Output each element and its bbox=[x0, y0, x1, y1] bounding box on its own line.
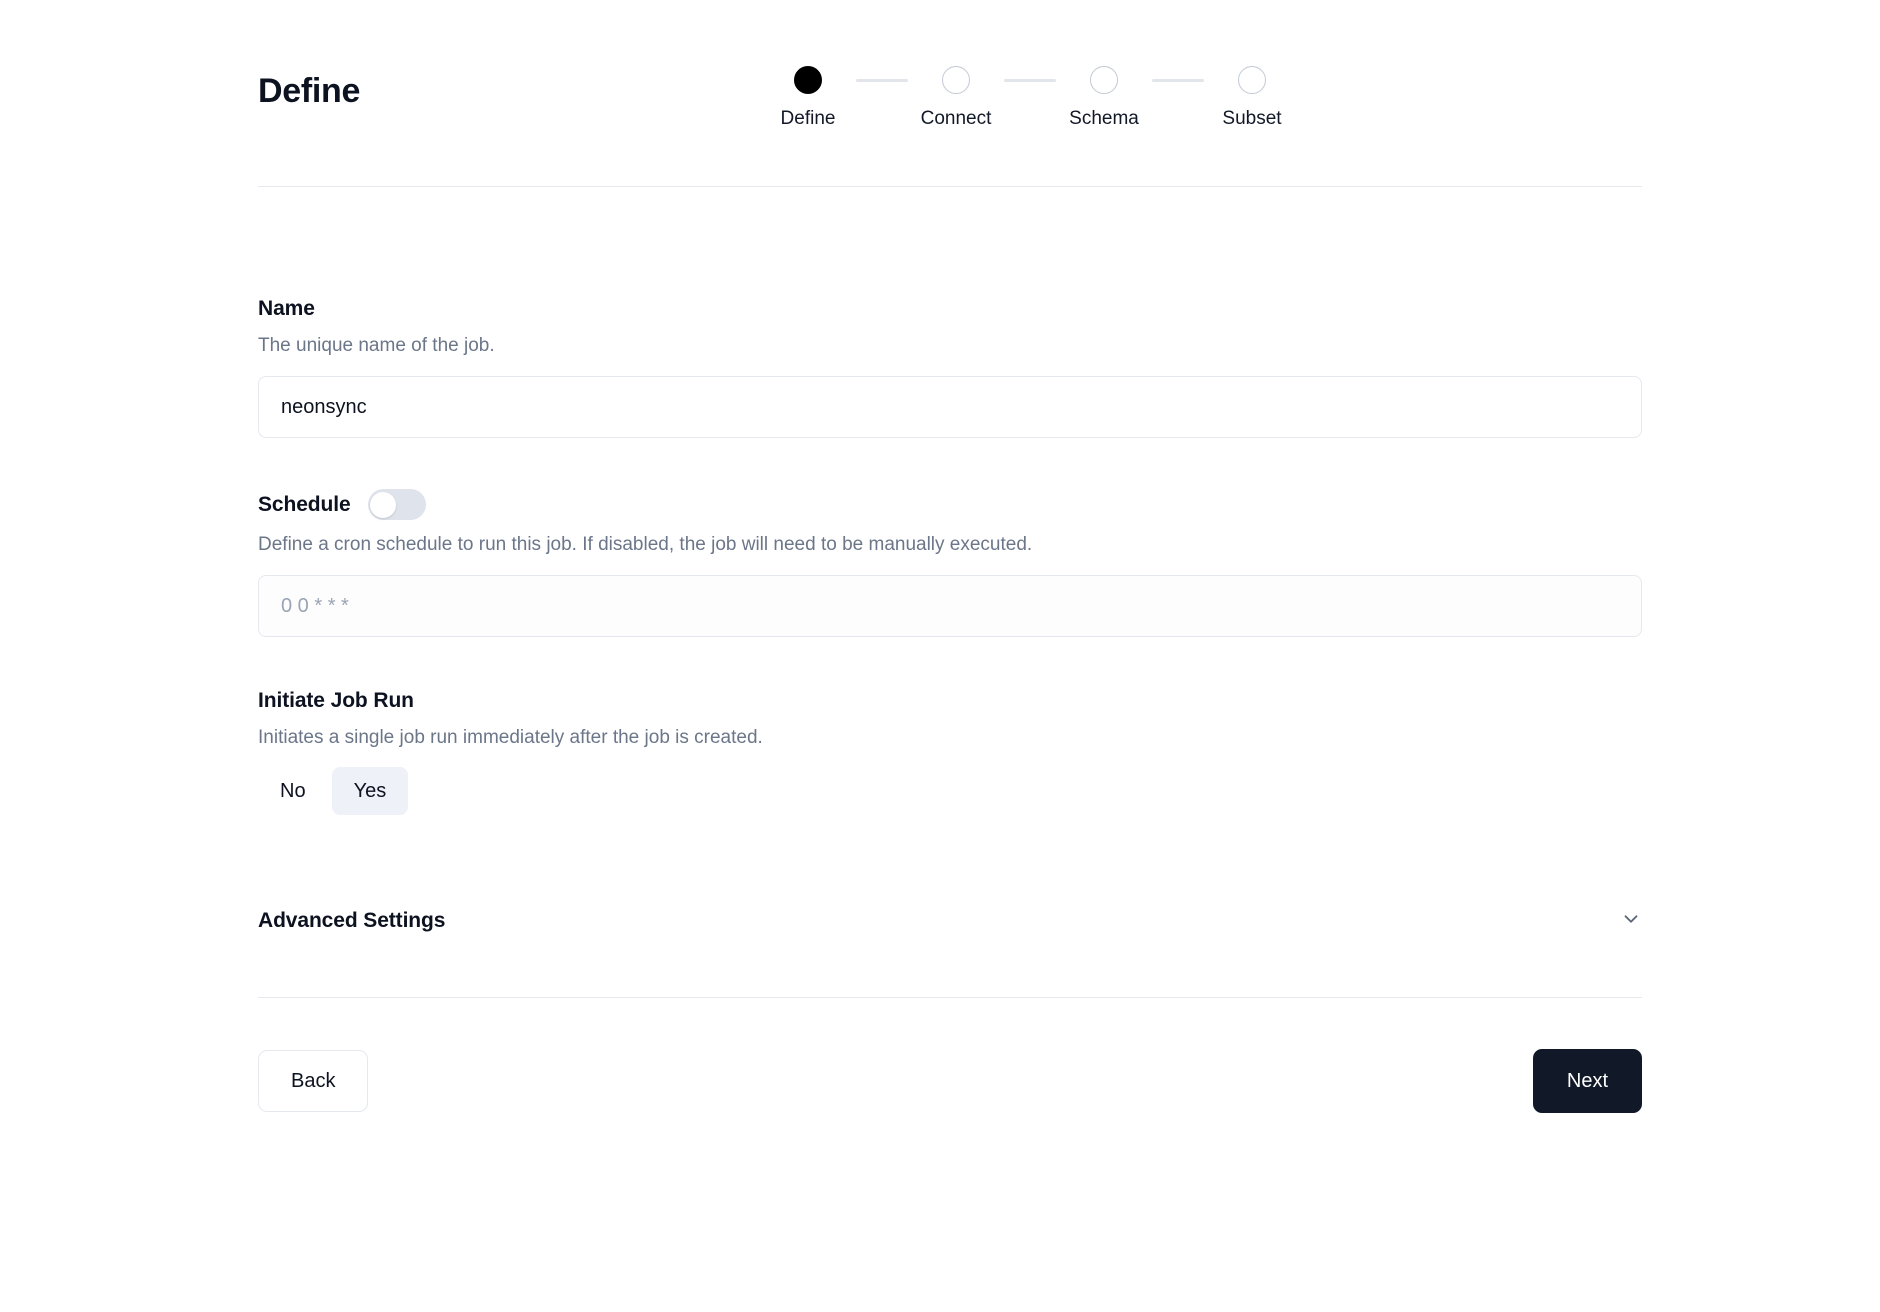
advanced-settings-toggle[interactable]: Advanced Settings bbox=[258, 908, 1642, 933]
wizard-footer: Back Next bbox=[258, 1049, 1642, 1113]
name-description: The unique name of the job. bbox=[258, 335, 495, 356]
header-divider bbox=[258, 186, 1642, 187]
advanced-settings-label: Advanced Settings bbox=[258, 908, 446, 932]
page-header: Define Define Connect Schema Subset bbox=[258, 0, 1642, 186]
page-content: Define Define Connect Schema Subset Name… bbox=[258, 0, 1642, 1113]
field-schedule: Schedule Define a cron schedule to run t… bbox=[258, 489, 1642, 637]
chevron-down-icon bbox=[1620, 908, 1642, 933]
step-dot-define bbox=[794, 66, 822, 94]
stepper-step-define[interactable]: Define bbox=[760, 66, 856, 130]
name-input[interactable] bbox=[258, 376, 1642, 438]
initiate-job-run-option-no[interactable]: No bbox=[258, 767, 328, 815]
footer-divider bbox=[258, 997, 1642, 998]
step-dot-connect bbox=[942, 66, 970, 94]
schedule-description: Define a cron schedule to run this job. … bbox=[258, 534, 1033, 555]
name-label: Name bbox=[258, 297, 315, 320]
step-label-connect: Connect bbox=[920, 108, 992, 129]
field-name: Name The unique name of the job. bbox=[258, 297, 1642, 438]
stepper-connector-2 bbox=[1004, 79, 1056, 82]
schedule-toggle-knob bbox=[370, 491, 397, 518]
define-job-page: Define Define Connect Schema Subset Name… bbox=[0, 0, 1880, 1312]
initiate-job-run-description: Initiates a single job run immediately a… bbox=[258, 727, 763, 748]
page-title: Define bbox=[258, 72, 361, 110]
step-label-define: Define bbox=[780, 108, 836, 129]
initiate-job-run-option-yes[interactable]: Yes bbox=[331, 767, 409, 815]
step-dot-schema bbox=[1090, 66, 1118, 94]
stepper-connector-1 bbox=[856, 79, 908, 82]
stepper-step-schema[interactable]: Schema bbox=[1056, 66, 1152, 130]
initiate-job-run-label: Initiate Job Run bbox=[258, 689, 414, 712]
step-label-subset: Subset bbox=[1222, 108, 1282, 129]
stepper-step-connect[interactable]: Connect bbox=[908, 66, 1004, 130]
stepper-step-subset[interactable]: Subset bbox=[1204, 66, 1300, 130]
schedule-toggle[interactable] bbox=[367, 489, 426, 520]
cron-schedule-input[interactable] bbox=[258, 575, 1642, 637]
field-advanced-settings: Advanced Settings bbox=[258, 908, 1642, 933]
field-initiate-job-run: Initiate Job Run Initiates a single job … bbox=[258, 689, 1642, 815]
schedule-label-row: Schedule bbox=[258, 489, 1642, 520]
define-form: Name The unique name of the job. Schedul… bbox=[258, 297, 1642, 933]
stepper-connector-3 bbox=[1152, 79, 1204, 82]
next-button[interactable]: Next bbox=[1532, 1049, 1642, 1113]
step-dot-subset bbox=[1238, 66, 1266, 94]
wizard-stepper: Define Connect Schema Subset bbox=[760, 66, 1300, 130]
step-label-schema: Schema bbox=[1069, 108, 1139, 129]
initiate-job-run-choice-group: No Yes bbox=[258, 767, 1642, 815]
schedule-label: Schedule bbox=[258, 492, 351, 516]
back-button[interactable]: Back bbox=[258, 1050, 369, 1112]
